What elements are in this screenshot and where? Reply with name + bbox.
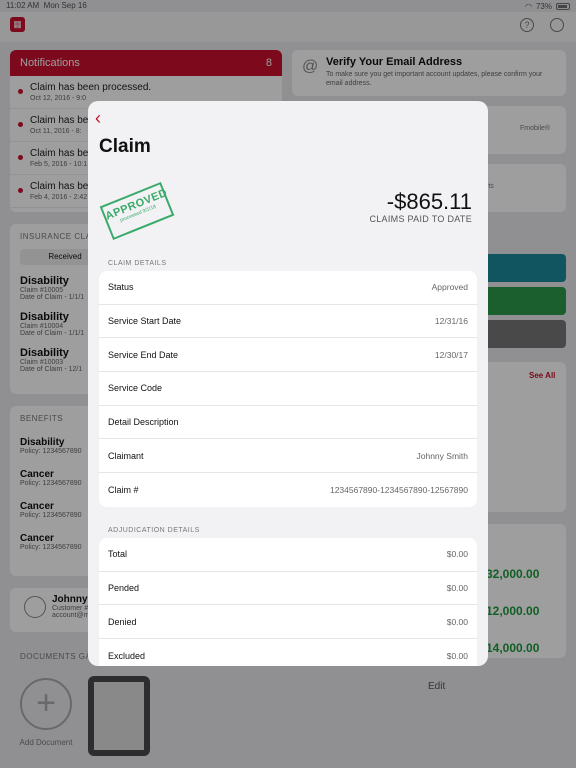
battery-percent: 73%: [535, 1, 552, 11]
claim-details-label: CLAIM DETAILS: [108, 260, 167, 267]
row-label: Total: [108, 549, 128, 560]
detail-row-service-end-date: Service End Date 12/30/17: [99, 338, 477, 373]
row-value: 1234567890-1234567890-12567890: [329, 484, 468, 495]
row-label: Claim #: [108, 484, 139, 495]
adjudication-row-denied: Denied $0.00: [99, 605, 477, 640]
row-label: Status: [108, 282, 134, 293]
back-chevron-icon[interactable]: ‹: [95, 109, 111, 127]
row-value: $0.00: [446, 650, 468, 661]
row-value: 12/31/16: [434, 316, 468, 327]
approved-stamp: APPROVED processed 9/1/18: [99, 181, 175, 241]
detail-row-detail-description: Detail Description: [99, 406, 477, 440]
claims-paid-caption: CLAIMS PAID TO DATE: [369, 214, 472, 224]
battery-icon: [556, 2, 570, 10]
detail-row-service-code: Service Code: [99, 372, 477, 406]
modal-title: Claim: [99, 136, 151, 157]
wifi-icon: ◠: [525, 1, 532, 11]
detail-row-claim-number: Claim # 1234567890-1234567890-12567890: [99, 473, 477, 507]
row-label: Service End Date: [108, 349, 179, 360]
row-value: Johnny Smith: [416, 450, 469, 461]
row-value: $0.00: [446, 616, 468, 627]
row-value: $0.00: [446, 549, 468, 560]
detail-row-service-start-date: Service Start Date 12/31/16: [99, 305, 477, 339]
detail-row-status: Status Approved: [99, 271, 477, 305]
claim-details-group: Status Approved Service Start Date 12/31/1…: [99, 271, 477, 507]
row-value: $0.00: [446, 583, 468, 594]
row-label: Detail Description: [108, 417, 179, 428]
row-label: Service Code: [108, 383, 163, 394]
claim-modal: ‹ Claim APPROVED processed 9/1/18 -$865.…: [88, 101, 488, 666]
adjudication-details-label: ADJUDICATION DETAILS: [108, 527, 200, 534]
row-label: Service Start Date: [108, 316, 182, 327]
row-label: Pended: [108, 583, 140, 594]
adjudication-row-pended: Pended $0.00: [99, 572, 477, 606]
row-label: Denied: [108, 616, 137, 627]
adjudication-row-total: Total $0.00: [99, 538, 477, 572]
status-date: Mon Sep 16: [43, 1, 87, 10]
row-label: Excluded: [108, 650, 146, 661]
row-value: 12/30/17: [434, 349, 468, 360]
status-bar: 11:02 AM Mon Sep 16 ◠ 73%: [0, 0, 576, 12]
detail-row-claimant: Claimant Johnny Smith: [99, 439, 477, 474]
row-label: Claimant: [108, 450, 144, 461]
adjudication-details-group: Total $0.00 Pended $0.00 Denied $0.00 Exclu…: [99, 538, 477, 666]
row-value: Approved: [431, 282, 468, 293]
status-time: 11:02 AM: [6, 1, 40, 10]
claims-paid-amount: -$865.11: [386, 189, 472, 214]
adjudication-row-excluded: Excluded $0.00: [99, 639, 477, 666]
